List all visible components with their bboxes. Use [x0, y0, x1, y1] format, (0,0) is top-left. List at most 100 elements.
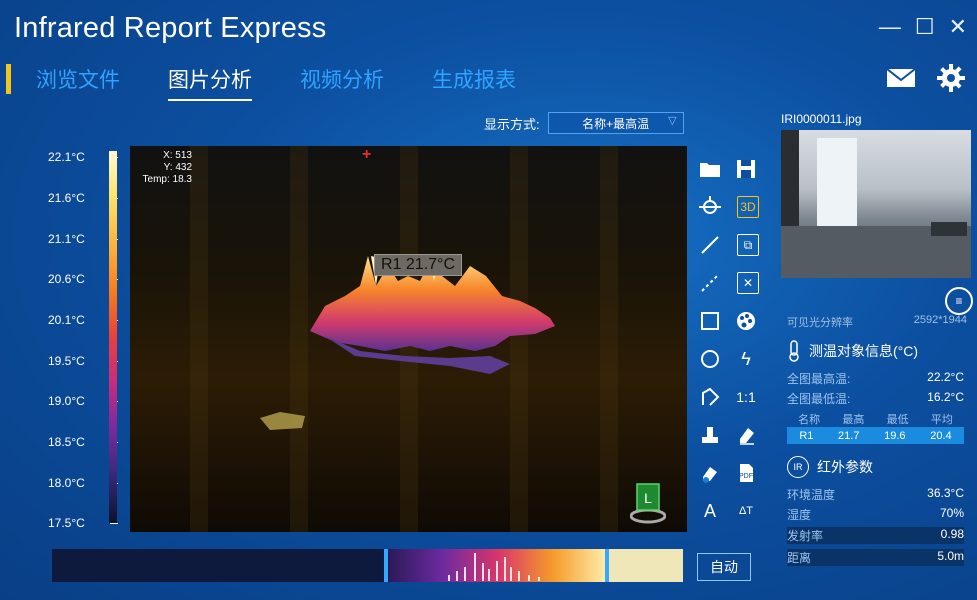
- cube-icon[interactable]: L: [630, 476, 666, 524]
- palette-icon[interactable]: [733, 308, 759, 334]
- scale-label: 22.1°C: [48, 150, 85, 164]
- save-icon[interactable]: [733, 156, 759, 182]
- param-value: 0.98: [940, 527, 964, 541]
- table-cell: R1: [799, 429, 814, 442]
- measure-header: 测温对象信息(°C): [809, 343, 919, 359]
- scale-label: 20.1°C: [48, 313, 85, 327]
- mail-icon[interactable]: [885, 62, 917, 94]
- table-header: 名称 最高 最低 平均: [787, 410, 964, 427]
- window-controls: — ☐ ✕: [879, 14, 967, 40]
- param-label: 发射率: [787, 529, 824, 543]
- resolution-value: 2592*1944: [913, 314, 967, 326]
- column-header: 最高: [842, 413, 865, 426]
- thermometer-icon: [789, 340, 799, 362]
- scale-label: 20.6°C: [48, 272, 85, 286]
- table-cell: 19.6: [884, 429, 906, 442]
- main-tabs: 浏览文件 图片分析 视频分析 生成报表: [36, 64, 516, 101]
- param-row: 环境温度 36.3°C: [787, 486, 964, 503]
- param-label: 湿度: [787, 508, 812, 522]
- scale-label: 21.6°C: [48, 191, 85, 205]
- tool-panel: 3D ⧉ ✕ ϟ 1:1 PDF A ΔT: [697, 150, 759, 530]
- stamp-icon[interactable]: [697, 422, 723, 448]
- preview-window: [817, 138, 857, 230]
- erase-all-icon[interactable]: [697, 460, 723, 486]
- param-value: 36.3°C: [927, 486, 964, 500]
- circle-icon[interactable]: [697, 346, 723, 372]
- export-icon[interactable]: PDF: [733, 460, 759, 486]
- resolution-line: 可见光分辨率 2592*1944: [787, 314, 967, 330]
- palette-bar: [109, 151, 117, 523]
- text-icon[interactable]: A: [697, 498, 723, 524]
- scale-tick: [110, 523, 118, 524]
- table-cell: 20.4: [930, 429, 952, 442]
- display-mode-label: 显示方式:: [484, 116, 540, 132]
- gear-icon[interactable]: [935, 62, 967, 94]
- dashed-line-icon[interactable]: [697, 270, 723, 296]
- display-mode: 显示方式: 名称+最高温 ▽: [484, 112, 684, 134]
- readout-x: X: 513: [163, 150, 192, 161]
- cursor-readout: X: 513 Y: 432 Temp: 18.3: [130, 150, 192, 186]
- app-title: Infrared Report Express: [14, 12, 327, 44]
- min-temp-value: 16.2°C: [927, 390, 964, 404]
- max-temp-label: 全图最高温:: [787, 372, 851, 386]
- tab-video-analysis[interactable]: 视频分析: [300, 64, 384, 101]
- histogram-bar[interactable]: [52, 549, 683, 582]
- param-row: 湿度 70%: [787, 506, 964, 523]
- param-row[interactable]: 发射率 0.98: [787, 527, 964, 544]
- ratio-icon[interactable]: 1:1: [733, 384, 759, 410]
- minimize-button[interactable]: —: [879, 14, 901, 40]
- 3d-icon[interactable]: 3D: [737, 196, 759, 218]
- auto-button[interactable]: 自动: [697, 553, 751, 581]
- clear-icon[interactable]: ✕: [737, 272, 759, 294]
- tab-generate-report[interactable]: 生成报表: [432, 64, 516, 101]
- ir-badge-icon: IR: [787, 456, 809, 478]
- close-button[interactable]: ✕: [949, 14, 967, 40]
- rectangle-icon[interactable]: [697, 308, 723, 334]
- line-icon[interactable]: [697, 232, 723, 258]
- readout-y: Y: 432: [163, 162, 192, 173]
- scale-label: 19.0°C: [48, 394, 85, 408]
- visible-image-preview[interactable]: [781, 130, 971, 278]
- column-header: 平均: [930, 413, 953, 426]
- histogram-high: [608, 549, 683, 582]
- chevron-down-icon: ▽: [668, 115, 677, 127]
- column-header: 名称: [798, 413, 821, 426]
- tab-browse-files[interactable]: 浏览文件: [36, 64, 120, 101]
- param-value: 5.0m: [937, 549, 964, 563]
- table-cell: 21.7: [838, 429, 860, 442]
- crosshair-icon: +: [362, 146, 372, 163]
- readout-temp: Temp: 18.3: [142, 174, 192, 185]
- histogram-high-handle[interactable]: [605, 549, 609, 582]
- histogram-bars: [448, 553, 540, 581]
- display-mode-select[interactable]: 名称+最高温 ▽: [547, 112, 684, 134]
- info-toggle-icon[interactable]: ≡: [945, 287, 973, 315]
- eraser-icon[interactable]: [733, 422, 759, 448]
- max-temp-value: 22.2°C: [927, 370, 964, 384]
- histogram-low-handle[interactable]: [384, 549, 388, 582]
- resolution-label: 可见光分辨率: [787, 317, 853, 329]
- image-filename: IRI0000011.jpg: [781, 112, 862, 126]
- max-temp-row: 全图最高温: 22.2°C: [787, 370, 964, 387]
- folder-icon[interactable]: [697, 156, 723, 182]
- min-temp-label: 全图最低温:: [787, 392, 851, 406]
- flash-icon[interactable]: ϟ: [733, 346, 759, 372]
- ir-section-header: IR 红外参数: [787, 456, 873, 478]
- thermal-image-viewport[interactable]: X: 513 Y: 432 Temp: 18.3 + R1 21.7°C L: [130, 146, 687, 532]
- column-header: 最低: [886, 413, 909, 426]
- roi-table: 名称 最高 最低 平均 R1 21.7 19.6 20.4: [787, 410, 964, 444]
- text-size-icon[interactable]: ΔT: [733, 498, 759, 524]
- measure-section-header: 测温对象信息(°C): [787, 340, 918, 362]
- point-icon[interactable]: [697, 194, 723, 220]
- copy-icon[interactable]: ⧉: [737, 234, 759, 256]
- tab-accent-bar: [6, 64, 11, 94]
- scale-label: 21.1°C: [48, 232, 85, 246]
- maximize-button[interactable]: ☐: [915, 14, 935, 40]
- param-label: 环境温度: [787, 488, 836, 502]
- roi-label[interactable]: R1 21.7°C: [374, 254, 462, 276]
- table-row[interactable]: R1 21.7 19.6 20.4: [787, 427, 964, 444]
- param-label: 距离: [787, 551, 812, 565]
- tab-image-analysis[interactable]: 图片分析: [168, 64, 252, 101]
- polygon-icon[interactable]: [697, 384, 723, 410]
- top-icons: [885, 62, 967, 94]
- param-row[interactable]: 距离 5.0m: [787, 549, 964, 566]
